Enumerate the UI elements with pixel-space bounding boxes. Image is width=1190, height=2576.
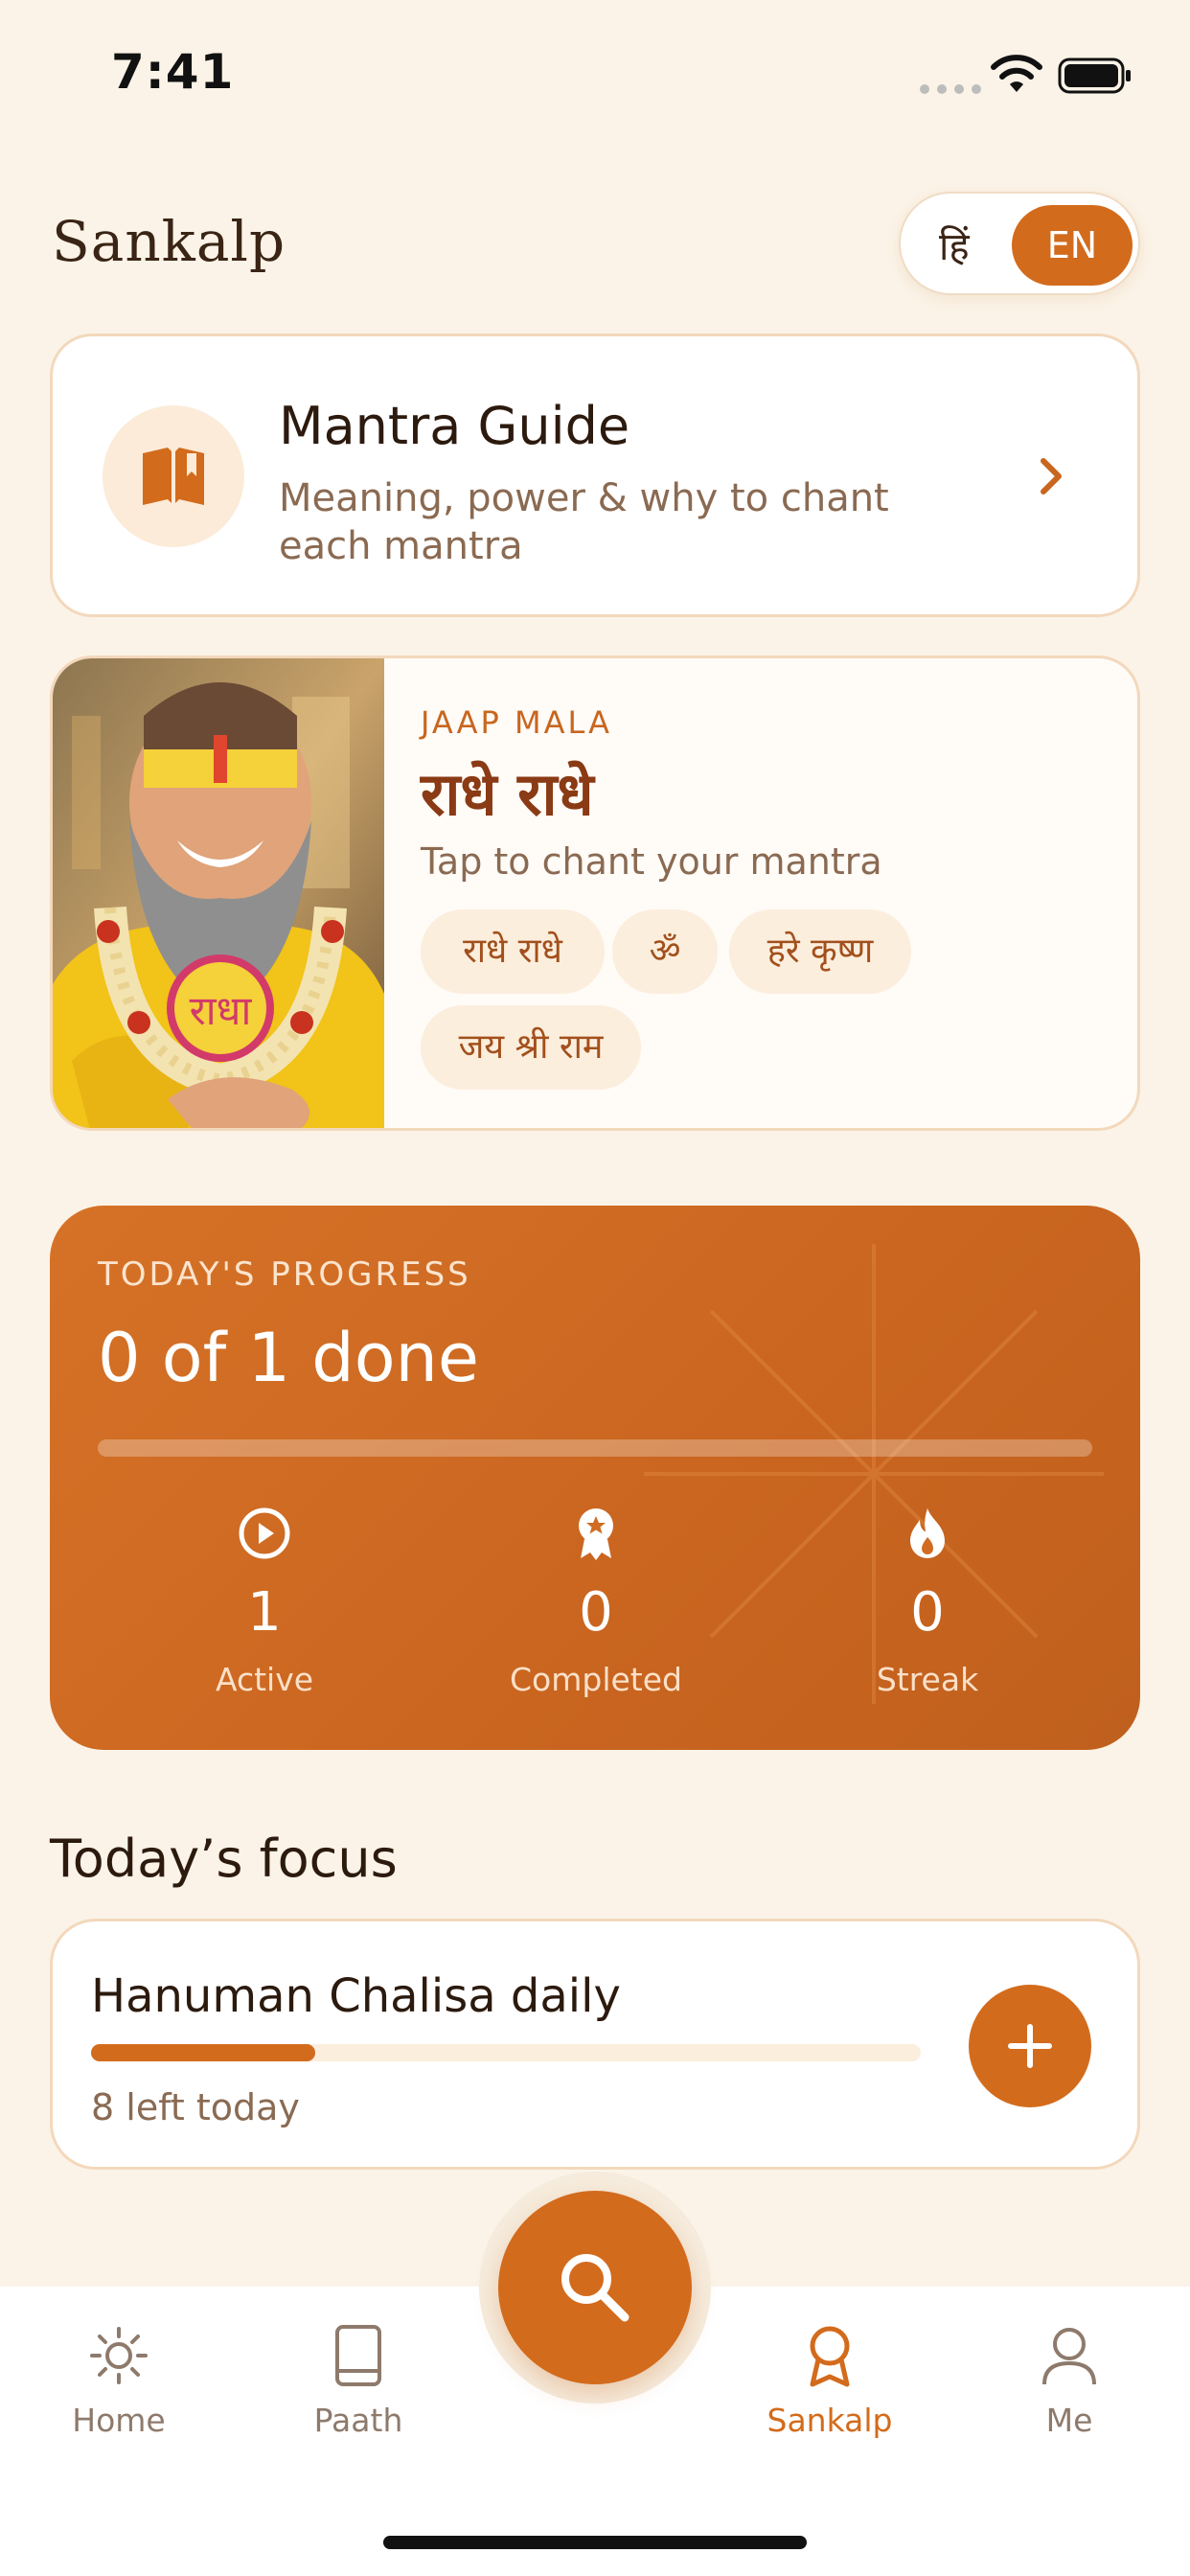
stat-streak-label: Streak bbox=[876, 1661, 979, 1698]
user-icon bbox=[1042, 2328, 1096, 2385]
sun-icon bbox=[90, 2327, 148, 2384]
tab-paath[interactable]: Paath bbox=[263, 2323, 454, 2439]
mantra-chip-radhe-radhe[interactable]: राधे राधे bbox=[421, 909, 605, 994]
page-title: Sankalp bbox=[52, 209, 286, 274]
todays-progress-card: TODAY'S PROGRESS 0 of 1 done 1 Active 0 … bbox=[50, 1206, 1140, 1750]
tab-me[interactable]: Me bbox=[973, 2323, 1165, 2439]
tab-sankalp[interactable]: Sankalp bbox=[734, 2323, 926, 2439]
status-time: 7:41 bbox=[111, 44, 235, 100]
mantra-guide-subtitle: Meaning, power & why to chant each mantr… bbox=[279, 476, 889, 568]
award-icon bbox=[810, 2326, 850, 2387]
wifi-icon bbox=[991, 55, 1042, 92]
award-icon bbox=[579, 1508, 613, 1560]
search-fab-button[interactable] bbox=[498, 2191, 692, 2384]
mantra-chip-jai-shri-ram[interactable]: जय श्री राम bbox=[421, 1005, 641, 1090]
stat-streak-value: 0 bbox=[910, 1581, 945, 1644]
guide-icon-badge bbox=[103, 405, 244, 547]
mantra-guide-card[interactable]: Mantra Guide Meaning, power & why to cha… bbox=[50, 334, 1140, 617]
jaap-mala-subtitle: Tap to chant your mantra bbox=[421, 840, 882, 883]
signal-icon bbox=[920, 84, 981, 94]
language-option-hindi[interactable]: हिं bbox=[939, 218, 970, 271]
status-bar: 7:41 bbox=[0, 0, 1190, 144]
jaap-mala-card[interactable]: राधा JAAP MALA राधे राधे Tap to chant yo… bbox=[50, 656, 1140, 1131]
todays-focus-heading: Today’s focus bbox=[50, 1828, 398, 1889]
book-icon bbox=[335, 2325, 381, 2386]
chevron-right-icon bbox=[1041, 458, 1062, 494]
plus-icon bbox=[1008, 2024, 1052, 2068]
tab-home[interactable]: Home bbox=[23, 2323, 215, 2439]
tab-home-label: Home bbox=[72, 2402, 166, 2439]
focus-item-title: Hanuman Chalisa daily bbox=[91, 1969, 621, 2023]
focus-progress-fill bbox=[91, 2044, 315, 2061]
mantra-guide-title: Mantra Guide bbox=[279, 396, 630, 456]
search-icon bbox=[561, 2254, 629, 2322]
stat-active-value: 1 bbox=[247, 1581, 282, 1644]
mantra-chip-om[interactable]: ॐ bbox=[612, 909, 718, 994]
sage-illustration: राधा bbox=[53, 658, 384, 1128]
progress-label: TODAY'S PROGRESS bbox=[98, 1255, 471, 1294]
flame-icon bbox=[910, 1508, 945, 1558]
illustration-badge-text: राधा bbox=[190, 987, 253, 1034]
focus-progress-bar bbox=[91, 2044, 921, 2061]
tab-me-label: Me bbox=[1045, 2402, 1093, 2439]
language-option-english[interactable]: EN bbox=[1012, 205, 1133, 286]
progress-bar bbox=[98, 1439, 1092, 1457]
focus-remaining: 8 left today bbox=[91, 2086, 300, 2128]
tab-paath-label: Paath bbox=[313, 2402, 403, 2439]
focus-item-card[interactable]: Hanuman Chalisa daily 8 left today bbox=[50, 1919, 1140, 2170]
add-count-button[interactable] bbox=[969, 1985, 1091, 2107]
stat-completed-label: Completed bbox=[510, 1661, 682, 1698]
mantra-chip-hare-krishna[interactable]: हरे कृष्ण bbox=[729, 909, 911, 994]
jaap-mala-title: राधे राधे bbox=[421, 759, 594, 829]
stat-completed-value: 0 bbox=[579, 1581, 613, 1644]
battery-icon bbox=[1058, 58, 1131, 94]
stat-completed: 0 Completed bbox=[481, 1505, 711, 1698]
tab-sankalp-label: Sankalp bbox=[767, 2402, 893, 2439]
home-indicator bbox=[383, 2536, 807, 2549]
progress-title: 0 of 1 done bbox=[98, 1319, 479, 1397]
stat-active-label: Active bbox=[215, 1661, 314, 1698]
play-circle-icon bbox=[239, 1507, 290, 1559]
stat-active: 1 Active bbox=[149, 1505, 379, 1698]
stat-streak: 0 Streak bbox=[812, 1505, 1042, 1698]
open-book-icon bbox=[143, 448, 204, 505]
language-toggle[interactable]: हिं EN bbox=[899, 192, 1140, 295]
jaap-mala-label: JAAP MALA bbox=[421, 704, 612, 741]
